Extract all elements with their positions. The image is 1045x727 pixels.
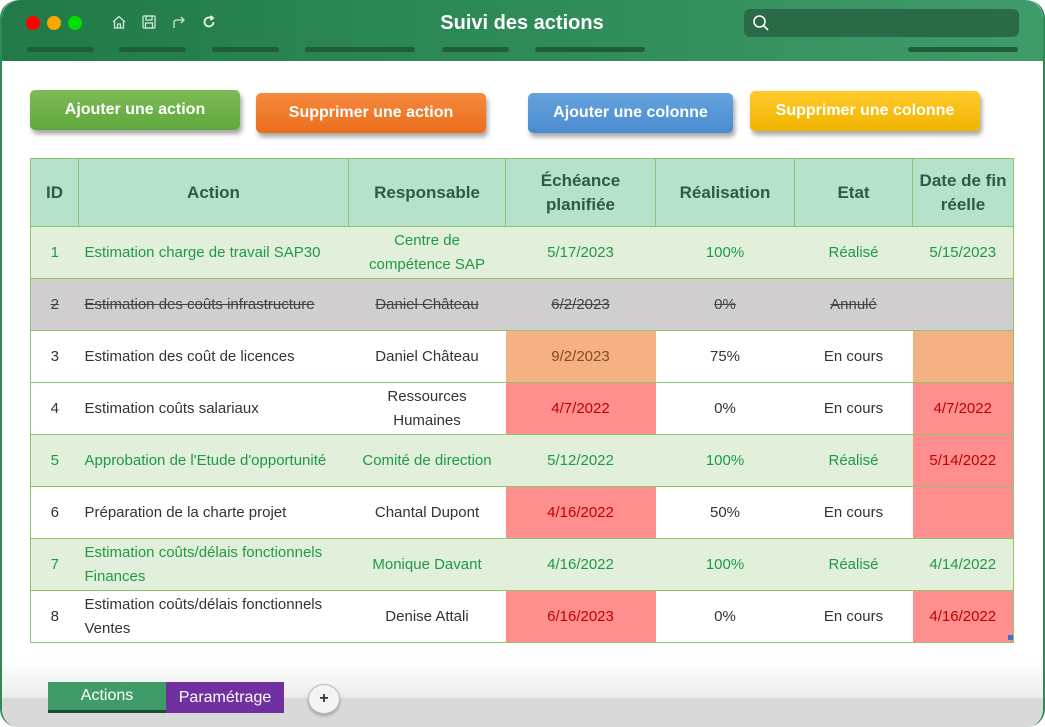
cell-fin-reelle[interactable] bbox=[912, 278, 1014, 331]
cell-etat[interactable]: En cours bbox=[794, 382, 913, 435]
actions-table: ID Action Responsable Échéance planifiée… bbox=[30, 158, 1014, 643]
header-echeance[interactable]: Échéance planifiée bbox=[505, 158, 656, 227]
cell-echeance[interactable]: 4/16/2022 bbox=[505, 538, 656, 591]
cell-realisation[interactable]: 75% bbox=[655, 330, 795, 383]
delete-action-button[interactable]: Supprimer une action bbox=[256, 93, 486, 133]
cell-fin-reelle[interactable] bbox=[912, 486, 1014, 539]
cell-responsable[interactable]: Ressources Humaines bbox=[348, 382, 506, 435]
table-row[interactable]: 2 Estimation des coûts infrastructure Dani… bbox=[30, 278, 1014, 331]
cell-fin-reelle[interactable]: 4/16/2022 bbox=[912, 590, 1014, 643]
ribbon-line bbox=[119, 47, 186, 52]
cell-realisation[interactable]: 0% bbox=[655, 278, 795, 331]
ribbon-line bbox=[908, 47, 1018, 52]
cell-action[interactable]: Estimation charge de travail SAP30 bbox=[78, 226, 349, 279]
cell-id[interactable]: 8 bbox=[30, 590, 79, 643]
table-row[interactable]: 7 Estimation coûts/délais fonctionnels Fi… bbox=[30, 538, 1014, 591]
cell-realisation[interactable]: 50% bbox=[655, 486, 795, 539]
cell-id[interactable]: 7 bbox=[30, 538, 79, 591]
header-realisation[interactable]: Réalisation bbox=[655, 158, 795, 227]
sheet-tab-parametrage[interactable]: Paramétrage bbox=[166, 682, 284, 713]
table-row[interactable]: 6 Préparation de la charte projet Chantal … bbox=[30, 486, 1014, 539]
cell-responsable[interactable]: Daniel Château bbox=[348, 330, 506, 383]
ribbon-line bbox=[535, 47, 645, 52]
cell-fin-reelle[interactable]: 5/14/2022 bbox=[912, 434, 1014, 487]
cell-responsable[interactable]: Denise Attali bbox=[348, 590, 506, 643]
cell-fin-reelle[interactable] bbox=[912, 330, 1014, 383]
cell-realisation[interactable]: 100% bbox=[655, 538, 795, 591]
cell-echeance[interactable]: 6/2/2023 bbox=[505, 278, 656, 331]
cell-realisation[interactable]: 100% bbox=[655, 226, 795, 279]
cell-echeance[interactable]: 6/16/2023 bbox=[505, 590, 656, 643]
cell-responsable[interactable]: Monique Davant bbox=[348, 538, 506, 591]
cell-action[interactable]: Estimation coûts/délais fonctionnels Ven… bbox=[78, 590, 349, 643]
header-etat[interactable]: Etat bbox=[794, 158, 913, 227]
cell-responsable[interactable]: Chantal Dupont bbox=[348, 486, 506, 539]
cell-id[interactable]: 3 bbox=[30, 330, 79, 383]
add-column-button[interactable]: Ajouter une colonne bbox=[528, 93, 733, 133]
table-row[interactable]: 1 Estimation charge de travail SAP30 Centr… bbox=[30, 226, 1014, 279]
cell-fin-reelle[interactable]: 4/14/2022 bbox=[912, 538, 1014, 591]
cell-etat[interactable]: En cours bbox=[794, 486, 913, 539]
cell-id[interactable]: 5 bbox=[30, 434, 79, 487]
ribbon-line bbox=[442, 47, 509, 52]
ribbon-line bbox=[305, 47, 415, 52]
table-row[interactable]: 3 Estimation des coût de licences Daniel C… bbox=[30, 330, 1014, 383]
cell-id[interactable]: 2 bbox=[30, 278, 79, 331]
cell-realisation[interactable]: 0% bbox=[655, 590, 795, 643]
cell-action[interactable]: Préparation de la charte projet bbox=[78, 486, 349, 539]
delete-column-button[interactable]: Supprimer une colonne bbox=[750, 91, 980, 131]
cell-responsable[interactable]: Comité de direction bbox=[348, 434, 506, 487]
search-input[interactable] bbox=[744, 9, 1019, 37]
header-fin-reelle[interactable]: Date de fin réelle bbox=[912, 158, 1014, 227]
add-sheet-button[interactable]: + bbox=[308, 684, 340, 714]
cell-etat[interactable]: Réalisé bbox=[794, 538, 913, 591]
cell-fin-reelle[interactable]: 4/7/2022 bbox=[912, 382, 1014, 435]
cell-id[interactable]: 4 bbox=[30, 382, 79, 435]
cell-etat[interactable]: Réalisé bbox=[794, 226, 913, 279]
ribbon-line bbox=[27, 47, 94, 52]
title-bar: Suivi des actions bbox=[2, 0, 1043, 61]
sheet-tab-actions[interactable]: Actions bbox=[48, 682, 166, 713]
app-window: Suivi des actions Ajouter une action Sup… bbox=[0, 0, 1045, 727]
table-row[interactable]: 4 Estimation coûts salariaux Ressources Hu… bbox=[30, 382, 1014, 435]
cell-echeance[interactable]: 4/7/2022 bbox=[505, 382, 656, 435]
ribbon-placeholder bbox=[2, 47, 1043, 53]
cell-realisation[interactable]: 100% bbox=[655, 434, 795, 487]
cell-action[interactable]: Approbation de l'Etude d'opportunité bbox=[78, 434, 349, 487]
cell-echeance[interactable]: 9/2/2023 bbox=[505, 330, 656, 383]
cell-etat[interactable]: Annulé bbox=[794, 278, 913, 331]
table-row[interactable]: 5 Approbation de l'Etude d'opportunité Com… bbox=[30, 434, 1014, 487]
cell-fin-reelle[interactable]: 5/15/2023 bbox=[912, 226, 1014, 279]
table-resize-handle[interactable] bbox=[1008, 635, 1013, 640]
header-responsable[interactable]: Responsable bbox=[348, 158, 506, 227]
cell-etat[interactable]: Réalisé bbox=[794, 434, 913, 487]
ribbon-line bbox=[212, 47, 279, 52]
table-header-row: ID Action Responsable Échéance planifiée… bbox=[30, 158, 1014, 227]
cell-id[interactable]: 1 bbox=[30, 226, 79, 279]
cell-echeance[interactable]: 5/12/2022 bbox=[505, 434, 656, 487]
cell-action[interactable]: Estimation coûts/délais fonctionnels Fin… bbox=[78, 538, 349, 591]
header-action[interactable]: Action bbox=[78, 158, 349, 227]
cell-action[interactable]: Estimation coûts salariaux bbox=[78, 382, 349, 435]
cell-responsable[interactable]: Daniel Château bbox=[348, 278, 506, 331]
add-action-button[interactable]: Ajouter une action bbox=[30, 90, 240, 130]
cell-realisation[interactable]: 0% bbox=[655, 382, 795, 435]
search-icon bbox=[753, 15, 769, 31]
cell-action[interactable]: Estimation des coût de licences bbox=[78, 330, 349, 383]
cell-echeance[interactable]: 5/17/2023 bbox=[505, 226, 656, 279]
cell-etat[interactable]: En cours bbox=[794, 590, 913, 643]
cell-echeance[interactable]: 4/16/2022 bbox=[505, 486, 656, 539]
cell-responsable[interactable]: Centre de compétence SAP bbox=[348, 226, 506, 279]
header-id[interactable]: ID bbox=[30, 158, 79, 227]
table-row[interactable]: 8 Estimation coûts/délais fonctionnels Ve… bbox=[30, 590, 1014, 643]
cell-id[interactable]: 6 bbox=[30, 486, 79, 539]
cell-etat[interactable]: En cours bbox=[794, 330, 913, 383]
cell-action[interactable]: Estimation des coûts infrastructure bbox=[78, 278, 349, 331]
